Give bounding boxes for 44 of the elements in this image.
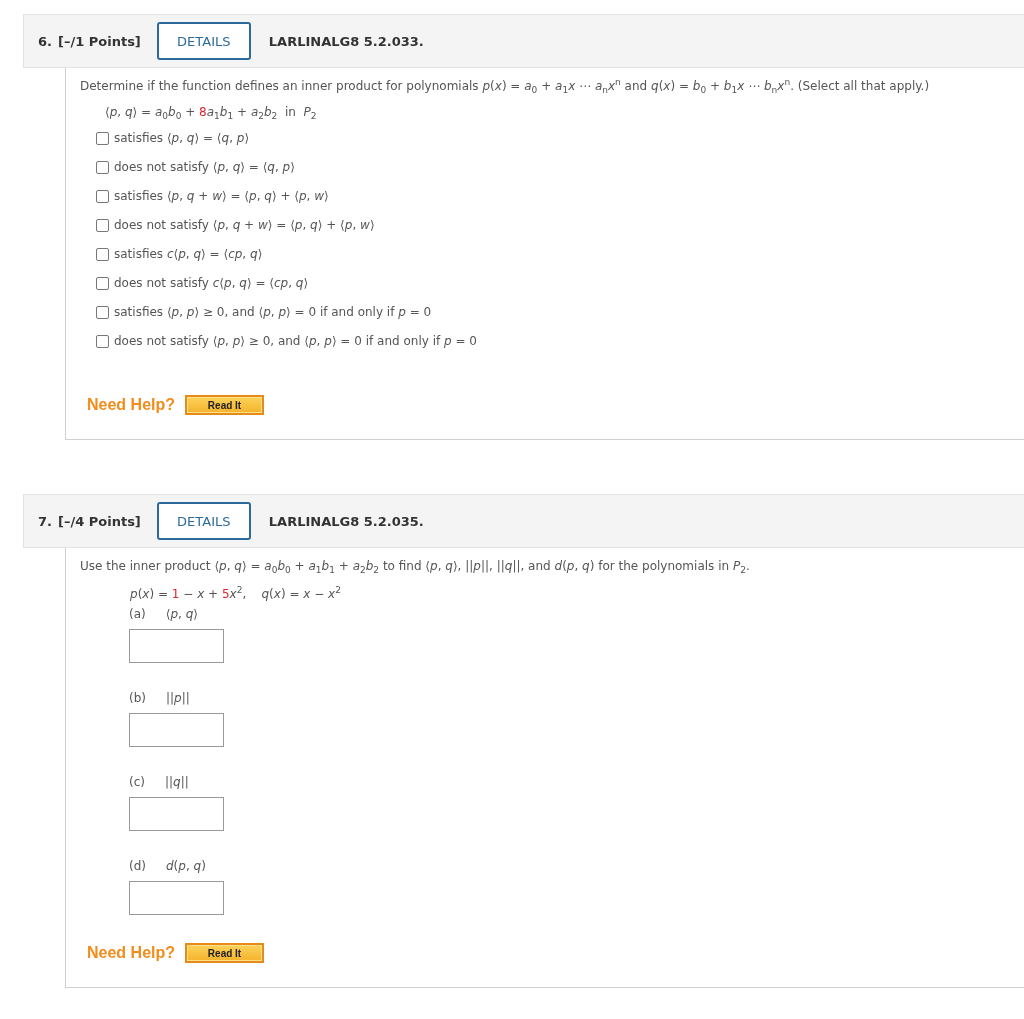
option-label[interactable]: does not satisfy ⟨p, q⟩ = ⟨q, p⟩ xyxy=(114,160,295,174)
part-expression: ||q|| xyxy=(164,774,189,791)
answer-field[interactable] xyxy=(129,797,224,831)
formula: ⟨p, q⟩ = a$_{0}$b$_{0}$ + 8a$_{1}$b$_{1}$ + a$_{2}$b$_{2}$ in P$_{2}$ xyxy=(104,104,318,121)
checkbox[interactable] xyxy=(96,334,109,348)
part-label: (d) xyxy=(129,858,146,875)
checkbox[interactable] xyxy=(96,276,109,290)
option-label[interactable]: does not satisfy ⟨p, p⟩ ≥ 0, and ⟨p, p⟩ = 0 if and only if p = 0 xyxy=(114,334,477,348)
formula: p(x) = 1 − x + 5x$^{2}$, q(x) = x − x$^{2}$ xyxy=(129,585,342,603)
question-number: 6. xyxy=(38,33,52,49)
need-help-label: Need Help? xyxy=(87,396,175,414)
part-expression: ||p|| xyxy=(166,690,190,707)
option-label[interactable]: does not satisfy c⟨p, q⟩ = ⟨cp, q⟩ xyxy=(114,276,309,290)
details-button[interactable]: DETAILS xyxy=(156,502,251,540)
option-label[interactable]: satisfies ⟨p, q + w⟩ = ⟨p, q⟩ + ⟨p, w⟩ xyxy=(114,189,329,203)
answer-field[interactable] xyxy=(129,713,224,747)
answer-field[interactable] xyxy=(129,629,224,663)
option-label[interactable]: satisfies c⟨p, q⟩ = ⟨cp, q⟩ xyxy=(114,247,263,261)
answer-field[interactable] xyxy=(129,881,224,915)
part-label: (b) xyxy=(129,690,146,707)
need-help-label: Need Help? xyxy=(87,944,175,962)
checkbox[interactable] xyxy=(96,247,109,261)
points-label: [–/1 Points] xyxy=(58,33,141,49)
checkbox[interactable] xyxy=(96,305,109,319)
problem-code: LARLINALG8 5.2.033. xyxy=(268,33,424,49)
checkbox[interactable] xyxy=(96,160,109,174)
part-expression: ⟨p, q⟩ xyxy=(165,606,198,623)
option-label[interactable]: does not satisfy ⟨p, q + w⟩ = ⟨p, q⟩ + ⟨p, w⟩ xyxy=(114,218,375,232)
problem-code: LARLINALG8 5.2.035. xyxy=(268,513,424,529)
option-label[interactable]: satisfies ⟨p, p⟩ ≥ 0, and ⟨p, p⟩ = 0 if and only if p = 0 xyxy=(114,305,432,319)
read-it-button[interactable]: Read It xyxy=(185,943,264,963)
points-label: [–/4 Points] xyxy=(58,513,141,529)
option-label[interactable]: satisfies ⟨p, q⟩ = ⟨q, p⟩ xyxy=(114,131,250,145)
question-prompt: Determine if the function defines an inner product for polynomials p(x) = a$_{0}$ + a$_{1}$x ⋯ a$_{n}$x$^{n}$ and q(x) = b$_{0}$ + b$_{1}$x ⋯ b$_{n}$x$^{n}$. (Select all that apply.) xyxy=(80,77,931,95)
checkbox[interactable] xyxy=(96,131,109,145)
question-number: 7. xyxy=(38,513,52,529)
part-expression: d(p, q) xyxy=(166,858,206,875)
part-label: (c) xyxy=(129,774,145,791)
read-it-button[interactable]: Read It xyxy=(185,395,264,415)
details-button[interactable]: DETAILS xyxy=(156,22,251,60)
part-label: (a) xyxy=(129,606,146,623)
checkbox[interactable] xyxy=(96,218,109,232)
question-prompt: Use the inner product ⟨p, q⟩ = a$_{0}$b$_{0}$ + a$_{1}$b$_{1}$ + a$_{2}$b$_{2}$ to find ⟨p, q⟩, ||p||, ||q||, and d(p, q) for the polynomials in P$_{2}$. xyxy=(80,558,751,575)
checkbox[interactable] xyxy=(96,189,109,203)
